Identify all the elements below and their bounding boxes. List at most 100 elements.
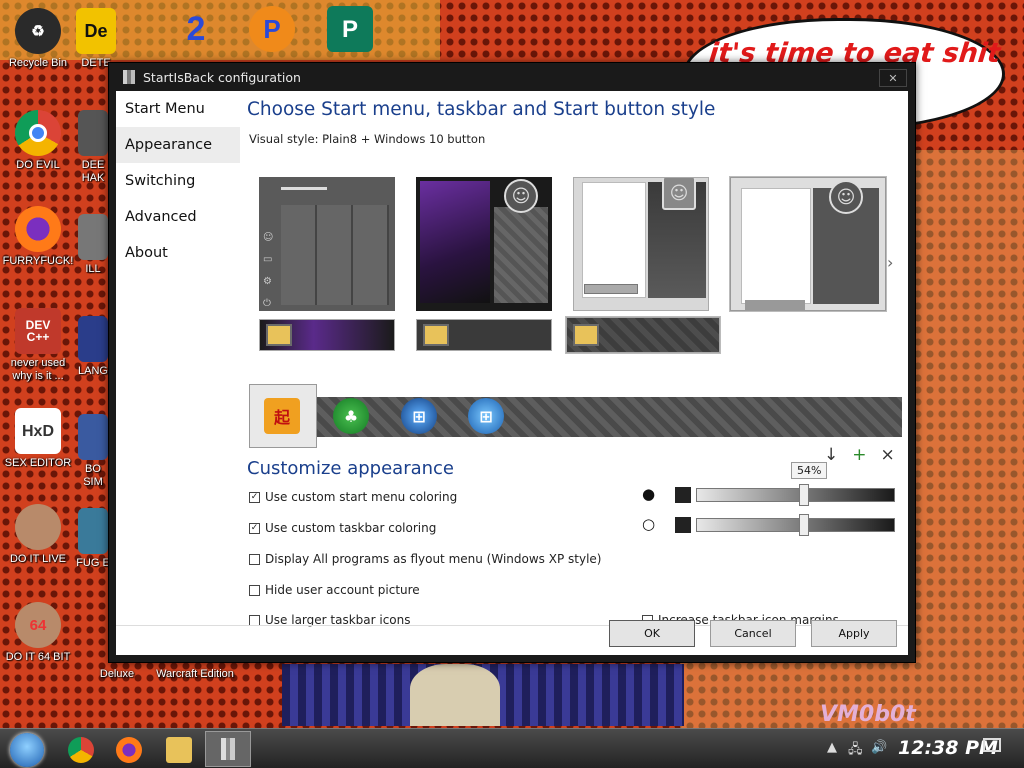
hxd-icon: HxD bbox=[15, 408, 61, 454]
desktop-icon-ill[interactable]: ILL bbox=[76, 214, 110, 276]
style-thumb-plain8[interactable]: ☺ bbox=[729, 176, 887, 312]
checkbox-box[interactable] bbox=[249, 614, 260, 626]
drop-filled-icon: ● bbox=[642, 485, 656, 503]
volume-icon[interactable]: 🔊 bbox=[871, 740, 887, 755]
start-orb-clover-icon[interactable]: ♣ bbox=[333, 398, 369, 434]
folder-icon bbox=[423, 324, 449, 346]
desktop-icon-lang[interactable]: LANG bbox=[76, 316, 110, 378]
drop-outline-icon: ○ bbox=[642, 515, 656, 533]
desktop-icon-do-it-64[interactable]: 64 DO IT 64 BIT bbox=[0, 602, 76, 664]
nav-item-start-menu[interactable]: Start Menu bbox=[116, 91, 240, 127]
app-icon bbox=[78, 508, 108, 554]
start-menu-opacity-thumb[interactable] bbox=[799, 484, 809, 506]
close-button[interactable]: ✕ bbox=[879, 69, 907, 87]
desktop-icon-warcraft[interactable]: Warcraft Edition bbox=[150, 668, 240, 681]
chrome-icon bbox=[15, 110, 61, 156]
desktop-icon-fug[interactable]: FUG E bbox=[76, 508, 110, 570]
wallpaper-art-bottom bbox=[282, 664, 684, 726]
start-menu-opacity-slider[interactable] bbox=[696, 488, 895, 502]
nav-item-about[interactable]: About bbox=[116, 235, 240, 271]
checkbox-box[interactable]: ✓ bbox=[249, 522, 260, 534]
firefox-icon bbox=[15, 206, 61, 252]
file-explorer-taskbar-icon[interactable] bbox=[166, 737, 192, 763]
taskbar: ▲ 🖧 🔊 12:38 PM bbox=[0, 728, 1024, 768]
devcpp-icon: DEV C++ bbox=[15, 308, 61, 354]
page-heading: Choose Start menu, taskbar and Start but… bbox=[247, 99, 716, 120]
desktop-icon-firefox[interactable]: FURRYFUCK! bbox=[0, 206, 76, 268]
p-icon: P bbox=[249, 6, 295, 52]
nav-item-advanced[interactable]: Advanced bbox=[116, 199, 240, 235]
desktop-icon-bo-sim[interactable]: BO SIM bbox=[76, 414, 110, 489]
slider-value-tooltip: 54% bbox=[791, 462, 828, 479]
checkbox-custom-start-menu-coloring[interactable]: ✓ Use custom start menu coloring bbox=[249, 490, 457, 504]
start-orb-custom-icon[interactable]: 起 bbox=[264, 398, 300, 434]
config-window: StartIsBack configuration ✕ Start Menu A… bbox=[108, 62, 916, 663]
title-bar[interactable]: StartIsBack configuration bbox=[109, 63, 915, 91]
desktop-icon-chrome[interactable]: DO EVIL bbox=[0, 110, 76, 172]
nav-item-appearance[interactable]: Appearance bbox=[116, 127, 240, 163]
show-hidden-icons[interactable]: ▲ bbox=[827, 740, 837, 755]
portrait-64-icon: 64 bbox=[15, 602, 61, 648]
checkbox-custom-taskbar-coloring[interactable]: ✓ Use custom taskbar coloring bbox=[249, 521, 436, 535]
visual-style-label: Visual style: Plain8 + Windows 10 button bbox=[249, 132, 486, 146]
style-thumb-win10[interactable]: ☺ ▭ ⚙ ⏻ bbox=[259, 177, 395, 311]
folder-icon bbox=[266, 324, 292, 346]
add-icon[interactable]: + bbox=[852, 445, 866, 465]
win10-menu-icons: ☺ ▭ ⚙ ⏻ bbox=[263, 232, 274, 309]
taskbar-opacity-thumb[interactable] bbox=[799, 514, 809, 536]
start-orb-win7-icon[interactable]: ⊞ bbox=[401, 398, 437, 434]
desktop-icon-deluxe[interactable]: Deluxe bbox=[92, 668, 142, 681]
apply-button[interactable]: Apply bbox=[811, 620, 897, 647]
desktop-icon-dee-hak[interactable]: DEE HAK bbox=[76, 110, 110, 185]
two-icon: 2 bbox=[186, 9, 206, 48]
desktop-icon-recycle-bin[interactable]: ♻ Recycle Bin bbox=[0, 8, 76, 70]
taskbar-style-2[interactable] bbox=[416, 319, 552, 351]
cancel-button[interactable]: Cancel bbox=[710, 620, 796, 647]
taskbar-style-1[interactable] bbox=[259, 319, 395, 351]
checkbox-box[interactable]: ✓ bbox=[249, 491, 260, 503]
app-icon bbox=[78, 110, 108, 156]
publisher-icon: P bbox=[327, 6, 373, 52]
taskbar-opacity-slider[interactable] bbox=[696, 518, 895, 532]
network-icon[interactable]: 🖧 bbox=[848, 740, 863, 762]
recycle-bin-icon: ♻ bbox=[15, 8, 61, 54]
checkbox-box[interactable] bbox=[249, 553, 260, 565]
de-icon: De bbox=[76, 8, 116, 54]
portrait-icon bbox=[15, 504, 61, 550]
taskbar-style-3-selected[interactable] bbox=[565, 316, 721, 354]
nav-item-switching[interactable]: Switching bbox=[116, 163, 240, 199]
startisback-icon bbox=[123, 70, 135, 84]
color-tools: ↓ + × bbox=[824, 445, 895, 465]
start-orb-windows-icon[interactable]: ⊞ bbox=[468, 398, 504, 434]
user-avatar-icon: ☺ bbox=[829, 180, 863, 214]
desktop-icon-do-it-live[interactable]: DO IT LIVE bbox=[0, 504, 76, 566]
notification-icon[interactable] bbox=[983, 738, 1001, 752]
folder-icon bbox=[573, 324, 599, 346]
style-thumb-plain[interactable]: ☺ bbox=[573, 177, 709, 311]
startisback-icon bbox=[221, 738, 235, 760]
customize-heading: Customize appearance bbox=[247, 458, 454, 479]
checkbox-all-programs-flyout[interactable]: Display All programs as flyout menu (Win… bbox=[249, 552, 601, 566]
app-icon bbox=[78, 414, 108, 460]
chrome-taskbar-icon[interactable] bbox=[68, 737, 94, 763]
start-button[interactable] bbox=[10, 733, 44, 767]
desktop-icon-hxd[interactable]: HxD SEX EDITOR bbox=[0, 408, 76, 470]
user-avatar-icon: ☺ bbox=[504, 179, 538, 213]
startisback-taskbar-button[interactable] bbox=[205, 731, 251, 767]
checkbox-box[interactable] bbox=[249, 584, 260, 596]
chevron-right-icon[interactable]: › bbox=[887, 253, 893, 272]
remove-icon[interactable]: × bbox=[881, 445, 895, 465]
desktop-icon-top-2[interactable]: 2 bbox=[168, 6, 224, 55]
checkbox-hide-user-picture[interactable]: Hide user account picture bbox=[249, 583, 420, 597]
window-client: Start Menu Appearance Switching Advanced… bbox=[116, 91, 908, 655]
style-thumb-anime[interactable]: ☺ bbox=[416, 177, 552, 311]
ok-button[interactable]: OK bbox=[609, 620, 695, 647]
firefox-taskbar-icon[interactable] bbox=[116, 737, 142, 763]
desktop-icon-devcpp[interactable]: DEV C++ never used why is it ... bbox=[0, 308, 76, 383]
desktop-icon-publisher[interactable]: P bbox=[322, 6, 378, 55]
desktop-icon-top-p[interactable]: P bbox=[244, 6, 300, 55]
nav-sidebar: Start Menu Appearance Switching Advanced… bbox=[116, 91, 240, 601]
desktop-icon-detective[interactable]: De DETE bbox=[72, 8, 120, 70]
start-menu-color-swatch[interactable] bbox=[675, 487, 691, 503]
taskbar-color-swatch[interactable] bbox=[675, 517, 691, 533]
